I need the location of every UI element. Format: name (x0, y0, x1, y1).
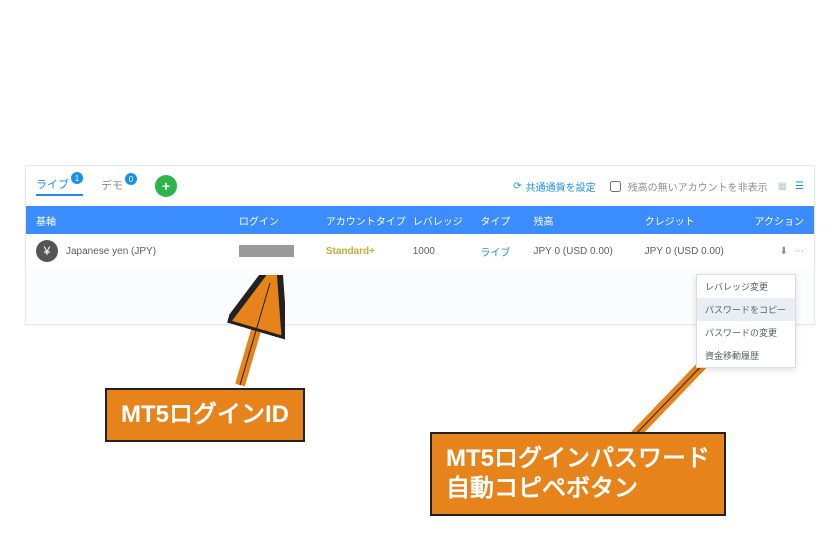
tab-live-label: ライブ (36, 176, 69, 192)
toolbar: ライブ 1 デモ 0 + ⟳ 共通通貨を設定 残高の無いアカウントを非表示 ▦ … (26, 166, 814, 206)
annotation-login-id: MT5ログインID (105, 388, 305, 442)
cell-currency: ¥ Japanese yen (JPY) (36, 240, 239, 262)
cell-leverage: 1000 (413, 246, 481, 257)
tab-live[interactable]: ライブ 1 (36, 176, 83, 196)
more-actions-icon[interactable]: ⋯ (794, 246, 804, 257)
hide-empty-checkbox[interactable] (610, 181, 621, 192)
header-login: ログイン (239, 213, 326, 228)
annotation-password-copy: MT5ログインパスワード 自動コピペボタン (430, 432, 726, 516)
accounts-panel: ライブ 1 デモ 0 + ⟳ 共通通貨を設定 残高の無いアカウントを非表示 ▦ … (25, 165, 815, 325)
currency-name: Japanese yen (JPY) (66, 246, 156, 257)
dropdown-change-leverage[interactable]: レバレッジ変更 (697, 275, 795, 298)
dropdown-change-password[interactable]: パスワードの変更 (697, 321, 795, 344)
view-toggle: ▦ ☰ (778, 181, 804, 192)
actions-dropdown: レバレッジ変更 パスワードをコピー パスワードの変更 資金移動履歴 (696, 274, 796, 368)
dropdown-copy-password[interactable]: パスワードをコピー (697, 298, 795, 321)
tab-live-badge: 1 (71, 172, 83, 184)
table-header: 基軸 ログイン アカウントタイプ レバレッジ タイプ 残高 クレジット アクショ… (26, 206, 814, 234)
cell-actions: ⬇ ⋯ (751, 246, 804, 257)
tab-demo-label: デモ (101, 177, 123, 193)
header-category: タイプ (480, 213, 533, 228)
header-account-type: アカウントタイプ (326, 213, 413, 228)
cell-login (239, 245, 326, 257)
tab-demo-badge: 0 (125, 173, 137, 185)
cell-category: ライブ (480, 244, 533, 259)
header-action: アクション (751, 213, 804, 228)
cell-credit: JPY 0 (USD 0.00) (645, 246, 751, 257)
hide-empty-accounts-toggle[interactable]: 残高の無いアカウントを非表示 (606, 178, 768, 195)
header-credit: クレジット (645, 213, 751, 228)
add-account-button[interactable]: + (155, 175, 177, 197)
tab-demo[interactable]: デモ 0 (101, 177, 137, 195)
hide-empty-label: 残高の無いアカウントを非表示 (628, 179, 768, 194)
grid-view-icon[interactable]: ▦ (778, 181, 787, 192)
currency-icon: ¥ (36, 240, 58, 262)
login-value-masked (239, 245, 294, 257)
set-common-currency-button[interactable]: ⟳ 共通通貨を設定 (513, 179, 595, 194)
refresh-icon: ⟳ (513, 181, 521, 192)
header-balance: 残高 (534, 213, 645, 228)
list-view-icon[interactable]: ☰ (795, 181, 804, 192)
header-leverage: レバレッジ (413, 213, 481, 228)
dropdown-transfer-history[interactable]: 資金移動履歴 (697, 344, 795, 367)
toolbar-right: ⟳ 共通通貨を設定 残高の無いアカウントを非表示 ▦ ☰ (513, 178, 804, 195)
cell-balance: JPY 0 (USD 0.00) (534, 246, 645, 257)
cell-account-type: Standard+ (326, 246, 413, 257)
table-row: ¥ Japanese yen (JPY) Standard+ 1000 ライブ … (26, 234, 814, 268)
set-common-currency-label: 共通通貨を設定 (526, 179, 596, 194)
download-icon[interactable]: ⬇ (780, 246, 788, 257)
header-currency: 基軸 (36, 213, 239, 228)
